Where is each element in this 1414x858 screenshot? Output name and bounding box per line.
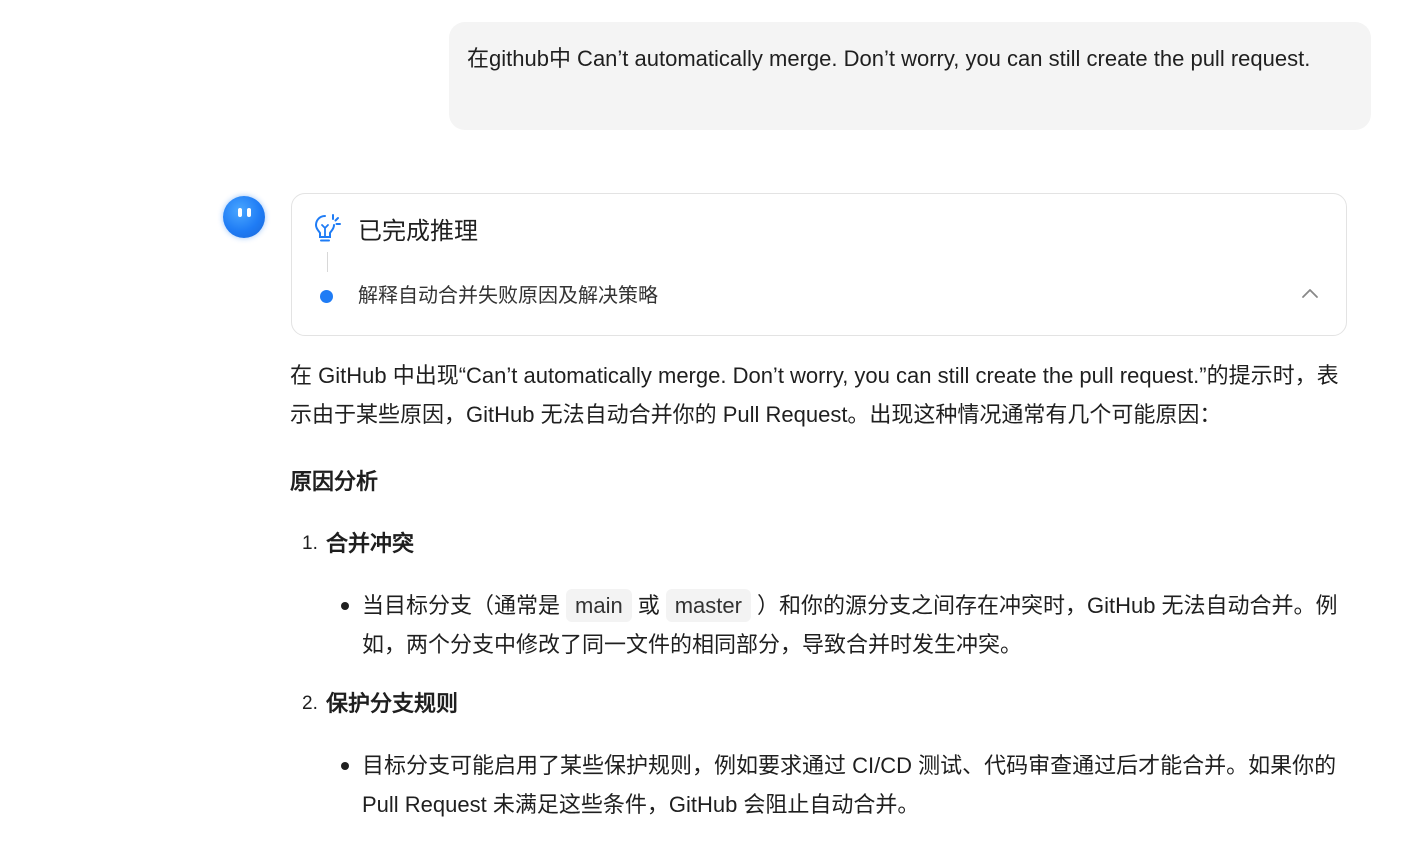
reasoning-panel[interactable]: 已完成推理 解释自动合并失败原因及解决策略 xyxy=(291,193,1347,336)
assistant-avatar-icon xyxy=(223,196,265,238)
inline-code: master xyxy=(665,589,751,622)
reasoning-title: 已完成推理 xyxy=(358,218,478,245)
list-item-title: 合并冲突 xyxy=(326,531,415,556)
bullet-item: 目标分支可能启用了某些保护规则，例如要求通过 CI/CD 测试、代码审查通过后才… xyxy=(290,746,1360,824)
bullet-item: 当目标分支（通常是 main 或 master ）和你的源分支之间存在冲突时，GitHu… xyxy=(290,586,1360,664)
chevron-up-icon[interactable] xyxy=(1300,286,1320,300)
bullet-text-prefix: 当目标分支（通常是 xyxy=(362,593,561,618)
reasoning-step: 解释自动合并失败原因及解决策略 xyxy=(358,285,658,307)
bullet-text-mid: 或 xyxy=(637,593,660,618)
answer-intro: 在 GitHub 中出现“Can’t automatically merge. … xyxy=(290,363,1339,427)
list-item-title: 保护分支规则 xyxy=(326,691,459,716)
reasoning-timeline-line xyxy=(327,252,328,272)
bullet-text: 目标分支可能启用了某些保护规则，例如要求通过 CI/CD 测试、代码审查通过后才… xyxy=(362,753,1337,817)
assistant-answer: 在 GitHub 中出现“Can’t automatically merge. … xyxy=(290,356,1360,824)
reasoning-step-dot xyxy=(320,290,333,303)
user-message-bubble: 在github中 Can’t automatically merge. Don’… xyxy=(449,22,1371,130)
section-heading: 原因分析 xyxy=(290,469,379,494)
user-message-text: 在github中 Can’t automatically merge. Don’… xyxy=(467,46,1311,71)
lightbulb-icon xyxy=(314,214,341,242)
list-number: 1. xyxy=(302,533,318,554)
list-item: 1. 合并冲突 xyxy=(290,524,1360,564)
list-item: 2. 保护分支规则 xyxy=(290,684,1360,724)
list-number: 2. xyxy=(302,693,318,714)
inline-code: main xyxy=(566,589,632,622)
